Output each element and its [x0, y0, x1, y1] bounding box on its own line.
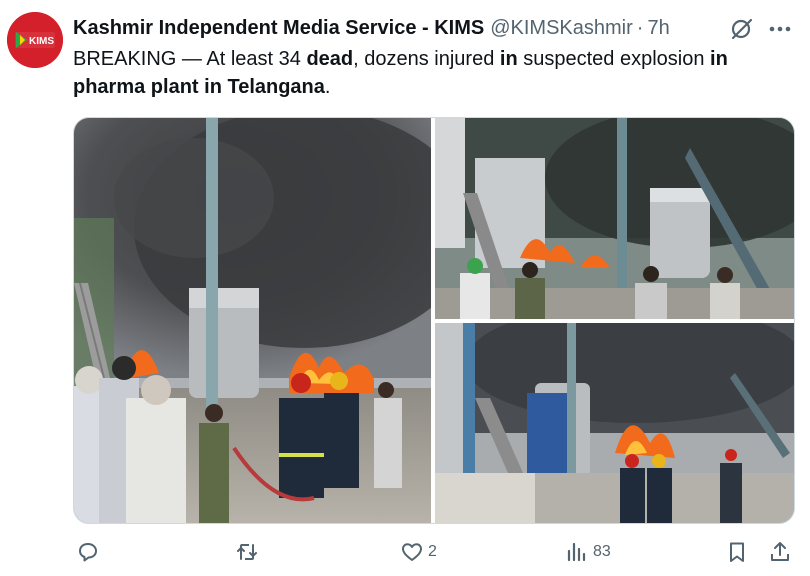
- bookmark-icon: [730, 542, 744, 562]
- header-separator: ·: [636, 16, 644, 39]
- tweet-text-segment: BREAKING — At least 34: [73, 48, 307, 70]
- reply-button[interactable]: [76, 536, 104, 568]
- more-options-icon[interactable]: [766, 16, 794, 42]
- tweet-text-segment: in: [499, 48, 518, 70]
- media-grid: [73, 117, 795, 524]
- views-button[interactable]: 83: [565, 536, 611, 568]
- share-button[interactable]: [768, 536, 792, 568]
- tweet-actions-bar: 2 83: [0, 536, 810, 568]
- tweet-header: Kashmir Independent Media Service - KIMS…: [73, 14, 670, 42]
- tweet-text-segment: , dozens injured: [353, 48, 500, 70]
- avatar-text: KIMS: [29, 36, 54, 47]
- views-count: 83: [593, 543, 611, 560]
- repost-icon: [237, 544, 257, 560]
- reply-icon: [79, 543, 97, 562]
- views-chart-icon: [567, 542, 586, 562]
- author-display-name[interactable]: Kashmir Independent Media Service - KIMS: [73, 17, 484, 40]
- tweet-text: BREAKING — At least 34 dead, dozens inju…: [73, 45, 788, 101]
- heart-icon: [402, 543, 422, 561]
- like-button[interactable]: 2: [400, 536, 437, 568]
- photo-3[interactable]: [435, 323, 794, 523]
- tweet-text-segment: in: [710, 48, 728, 70]
- share-icon: [771, 542, 789, 561]
- author-avatar[interactable]: KIMS: [7, 12, 63, 68]
- tweet-text-segment: .: [324, 76, 331, 98]
- author-handle[interactable]: @KIMSKashmir: [490, 17, 633, 40]
- kims-logo-icon: KIMS: [7, 12, 63, 68]
- photo-1[interactable]: [74, 118, 431, 523]
- tweet-text-segment: suspected explosion: [517, 48, 711, 70]
- repost-button[interactable]: [235, 536, 263, 568]
- grok-icon[interactable]: [729, 16, 755, 42]
- tweet-text-segment: pharma plant in Telangana: [73, 76, 325, 98]
- bookmark-button[interactable]: [725, 536, 749, 568]
- photo-2[interactable]: [435, 118, 794, 319]
- tweet-text-segment: dead: [306, 48, 354, 70]
- like-count: 2: [428, 543, 437, 560]
- tweet-timestamp[interactable]: 7h: [647, 17, 669, 40]
